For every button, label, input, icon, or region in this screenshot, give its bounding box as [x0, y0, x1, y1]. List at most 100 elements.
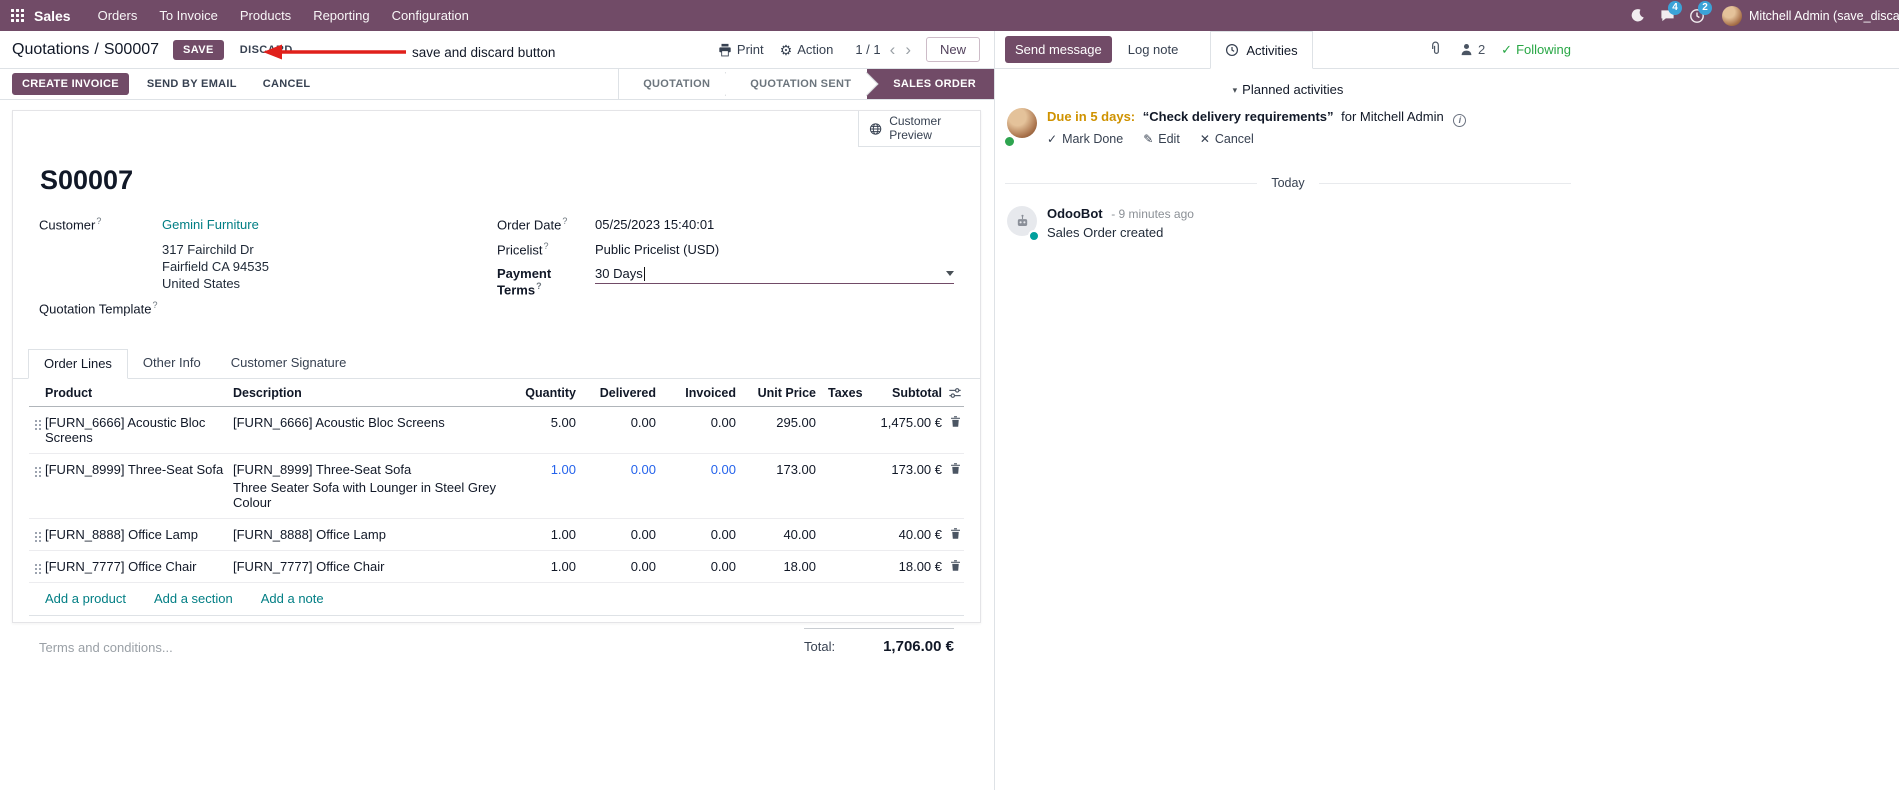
print-button[interactable]: Print [718, 42, 764, 57]
create-invoice-button[interactable]: CREATE INVOICE [12, 73, 129, 95]
help-icon: ? [152, 300, 158, 310]
header-taxes[interactable]: Taxes [816, 379, 876, 406]
send-message-button[interactable]: Send message [1005, 36, 1112, 63]
header-unit-price[interactable]: Unit Price [736, 379, 816, 406]
menu-orders[interactable]: Orders [87, 0, 149, 31]
order-line-row[interactable]: [FURN_8888] Office Lamp [FURN_8888] Offi… [29, 519, 964, 551]
cell-quantity: 5.00 [550, 415, 576, 430]
drag-handle-icon[interactable] [29, 407, 45, 438]
x-icon: ✕ [1199, 132, 1210, 146]
app-name[interactable]: Sales [34, 8, 71, 24]
date-divider-label: Today [1271, 176, 1305, 190]
attachment-paperclip-icon[interactable] [1428, 41, 1443, 59]
notebook-tabs: Order Lines Other Info Customer Signatur… [13, 349, 980, 379]
moon-icon[interactable] [1622, 0, 1652, 31]
pager-next-button[interactable]: › [900, 41, 916, 58]
header-subtotal[interactable]: Subtotal [876, 379, 942, 406]
apps-menu-icon[interactable] [11, 9, 24, 22]
pricelist-field[interactable]: Public Pricelist (USD) [595, 242, 719, 257]
clock-icon [1226, 43, 1239, 57]
table-header: Product Description Quantity Delivered I… [29, 379, 964, 407]
robot-icon [1017, 214, 1027, 226]
message-author[interactable]: OdooBot [1047, 206, 1103, 221]
order-line-row[interactable]: [FURN_7777] Office Chair [FURN_7777] Off… [29, 551, 964, 583]
breadcrumb-quotations[interactable]: Quotations [12, 41, 89, 59]
stage-quotation[interactable]: QUOTATION [619, 69, 727, 99]
delete-row-icon[interactable] [942, 551, 964, 572]
order-line-row[interactable]: [FURN_8999] Three-Seat Sofa [FURN_8999] … [29, 454, 964, 519]
activity-due: Due in 5 days: [1047, 109, 1136, 124]
header-invoiced[interactable]: Invoiced [656, 379, 736, 406]
delete-row-icon[interactable] [942, 519, 964, 540]
action-button[interactable]: ⚙ Action [780, 42, 834, 57]
menu-products[interactable]: Products [229, 0, 302, 31]
tab-activities[interactable]: Activities [1210, 31, 1313, 69]
cancel-activity-button[interactable]: ✕ Cancel [1200, 132, 1254, 146]
stage-quotation-sent[interactable]: QUOTATION SENT [726, 69, 868, 99]
menu-configuration[interactable]: Configuration [381, 0, 480, 31]
header-delivered[interactable]: Delivered [576, 379, 656, 406]
cell-product: [FURN_7777] Office Chair [45, 559, 197, 574]
edit-activity-button[interactable]: ✎ Edit [1143, 132, 1180, 146]
cell-taxes [816, 454, 876, 470]
delete-row-icon[interactable] [942, 454, 964, 475]
add-line-links: Add a product Add a section Add a note [29, 583, 964, 616]
pencil-icon: ✎ [1143, 132, 1154, 146]
drag-handle-icon[interactable] [29, 454, 45, 485]
following-button[interactable]: ✓ Following [1501, 42, 1571, 58]
activity-clock-icon[interactable]: 2 [1682, 0, 1712, 31]
chatter-panel: Send message Log note Activities 2 ✓ Fol… [995, 31, 1899, 790]
print-label: Print [736, 42, 764, 57]
message-body: Sales Order created [1047, 225, 1164, 240]
save-button[interactable]: SAVE [173, 39, 224, 60]
customer-field[interactable]: Gemini Furniture [162, 217, 259, 232]
activity-type-badge [1003, 135, 1016, 148]
user-name[interactable]: Mitchell Admin (save_discar [1749, 9, 1899, 23]
followers-button[interactable]: 2 [1459, 42, 1485, 57]
terms-and-conditions-field[interactable]: Terms and conditions... [39, 640, 173, 655]
drag-handle-icon[interactable] [29, 551, 45, 582]
tab-customer-signature[interactable]: Customer Signature [216, 349, 362, 378]
user-avatar[interactable] [1722, 5, 1742, 26]
order-line-row[interactable]: [FURN_6666] Acoustic Bloc Screens [FURN_… [29, 407, 964, 454]
add-a-note-link[interactable]: Add a note [261, 591, 324, 606]
payment-terms-label: Payment Terms? [497, 266, 552, 298]
planned-activities-toggle[interactable]: ▾ Planned activities [1005, 82, 1571, 97]
menu-reporting[interactable]: Reporting [302, 0, 380, 31]
delete-row-icon[interactable] [942, 407, 964, 428]
customer-preview-button[interactable]: Customer Preview [858, 111, 980, 147]
order-lines-table: Product Description Quantity Delivered I… [29, 379, 964, 616]
pager-previous-button[interactable]: ‹ [885, 41, 901, 58]
activity-avatar [1007, 108, 1037, 138]
discard-button[interactable]: DISCARD [232, 40, 301, 60]
cell-subtotal: 40.00 € [898, 527, 942, 542]
payment-terms-field[interactable]: 30 Days [595, 266, 954, 284]
cell-taxes [816, 551, 876, 567]
menu-to-invoice[interactable]: To Invoice [148, 0, 229, 31]
stage-sales-order[interactable]: SALES ORDER [867, 69, 994, 99]
tab-order-lines[interactable]: Order Lines [28, 349, 128, 379]
log-note-button[interactable]: Log note [1118, 36, 1189, 63]
add-a-section-link[interactable]: Add a section [154, 591, 233, 606]
cell-delivered: 0.00 [630, 527, 656, 542]
dropdown-caret-icon[interactable] [946, 271, 954, 276]
printer-icon [719, 43, 731, 56]
info-icon[interactable]: i [1453, 114, 1467, 127]
header-description[interactable]: Description [233, 379, 506, 406]
messages-icon[interactable]: 4 [1652, 0, 1682, 31]
cell-delivered: 0.00 [630, 415, 656, 430]
cancel-button[interactable]: CANCEL [255, 73, 319, 95]
main-menu: Orders To Invoice Products Reporting Con… [87, 0, 480, 31]
order-date-field[interactable]: 05/25/2023 15:40:01 [595, 217, 714, 232]
header-quantity[interactable]: Quantity [506, 379, 576, 406]
optional-columns-icon[interactable] [942, 379, 964, 406]
add-a-product-link[interactable]: Add a product [45, 591, 126, 606]
mark-done-button[interactable]: ✓ Mark Done [1047, 132, 1123, 146]
collapse-caret-icon: ▾ [1232, 85, 1238, 95]
header-product[interactable]: Product [45, 379, 233, 406]
send-by-email-button[interactable]: SEND BY EMAIL [139, 73, 245, 95]
drag-handle-icon[interactable] [29, 519, 45, 550]
new-button[interactable]: New [925, 37, 980, 62]
tab-other-info[interactable]: Other Info [128, 349, 216, 378]
edit-label: Edit [1158, 132, 1180, 146]
